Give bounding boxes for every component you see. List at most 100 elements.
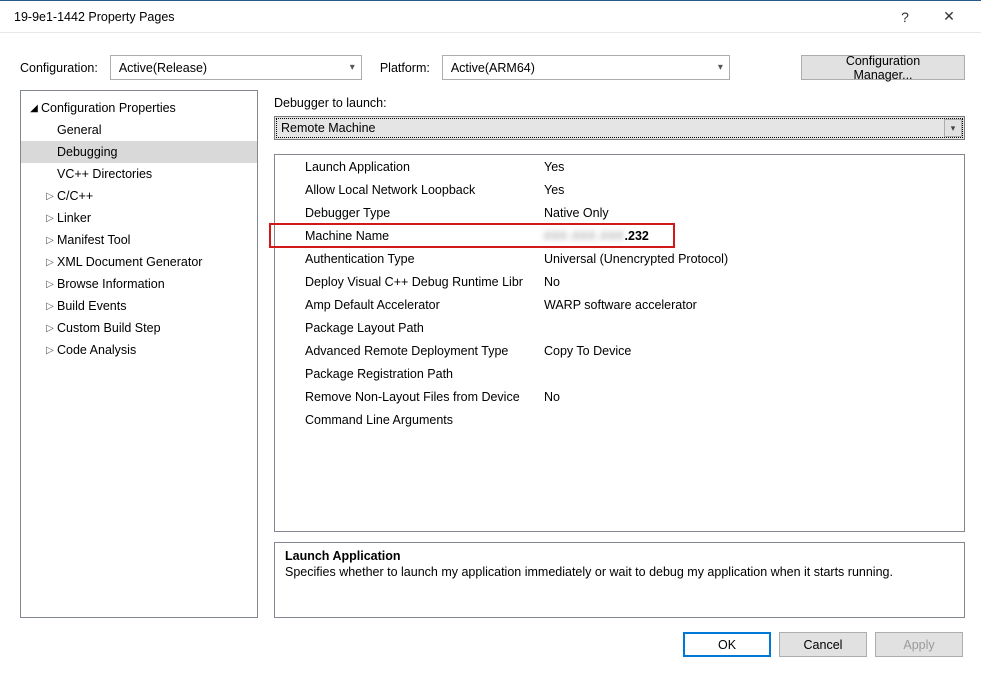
tree-item-vc-directories[interactable]: VC++ Directories [21,163,257,185]
expand-icon: ▷ [43,301,57,312]
tree-item-label: Build Events [57,299,126,313]
tree-item-general[interactable]: General [21,119,257,141]
tree-item-debugging[interactable]: Debugging [21,141,257,163]
prop-row[interactable]: Package Layout Path [275,316,964,339]
prop-name: Deploy Visual C++ Debug Runtime Libr [275,270,540,293]
collapse-icon: ◢ [27,103,41,114]
tree-item-code-analysis[interactable]: ▷Code Analysis [21,339,257,361]
tree-item-label: C/C++ [57,189,93,203]
prop-value-suffix: .232 [625,229,649,243]
debugger-to-launch-combo[interactable]: Remote Machine ▾ [274,116,965,140]
chevron-down-icon: ▾ [350,62,355,73]
platform-combo[interactable]: Active(ARM64) ▾ [442,55,730,80]
platform-label: Platform: [380,61,430,75]
prop-row[interactable]: Allow Local Network LoopbackYes [275,178,964,201]
cancel-button[interactable]: Cancel [779,632,867,657]
expand-icon: ▷ [43,235,57,246]
window-title: 19-9e1-1442 Property Pages [14,10,883,24]
tree-item-label: Manifest Tool [57,233,130,247]
prop-value[interactable]: Universal (Unencrypted Protocol) [540,247,964,270]
prop-value[interactable] [540,316,964,339]
prop-value[interactable]: No [540,270,964,293]
configuration-combo[interactable]: Active(Release) ▾ [110,55,362,80]
tree-item-xml-document-generator[interactable]: ▷XML Document Generator [21,251,257,273]
prop-value[interactable]: ###.###.###.232 [540,224,964,247]
prop-name: Machine Name [275,224,540,247]
tree-item-label: Debugging [57,145,117,159]
tree-item-linker[interactable]: ▷Linker [21,207,257,229]
tree-item-label: VC++ Directories [57,167,152,181]
tree-item-label: Browse Information [57,277,165,291]
platform-value: Active(ARM64) [451,61,535,75]
ok-button[interactable]: OK [683,632,771,657]
configuration-manager-button[interactable]: Configuration Manager... [801,55,965,80]
main-area: ◢ Configuration Properties General Debugg… [0,90,981,618]
tree-label: Configuration Properties [41,101,176,115]
tree-root-configuration-properties[interactable]: ◢ Configuration Properties [21,97,257,119]
nav-tree[interactable]: ◢ Configuration Properties General Debugg… [20,90,258,618]
apply-button[interactable]: Apply [875,632,963,657]
prop-name: Authentication Type [275,247,540,270]
description-title: Launch Application [285,549,954,563]
configuration-label: Configuration: [20,61,98,75]
dialog-buttons: OK Cancel Apply [0,618,981,657]
obscured-text: ###.###.### [544,229,625,243]
help-icon[interactable]: ? [883,2,927,32]
prop-name: Command Line Arguments [275,408,540,431]
prop-row[interactable]: Launch ApplicationYes [275,155,964,178]
prop-row[interactable]: Debugger TypeNative Only [275,201,964,224]
prop-name: Remove Non-Layout Files from Device [275,385,540,408]
tree-item-label: Linker [57,211,91,225]
prop-row[interactable]: Advanced Remote Deployment TypeCopy To D… [275,339,964,362]
right-pane: Debugger to launch: Remote Machine ▾ Lau… [274,90,965,618]
prop-value[interactable]: Yes [540,178,964,201]
tree-item-browse-information[interactable]: ▷Browse Information [21,273,257,295]
expand-icon: ▷ [43,323,57,334]
prop-row[interactable]: Remove Non-Layout Files from DeviceNo [275,385,964,408]
prop-name: Launch Application [275,155,540,178]
prop-value[interactable]: Yes [540,155,964,178]
chevron-down-icon: ▾ [944,119,962,137]
close-icon[interactable]: ✕ [927,2,971,32]
expand-icon: ▷ [43,279,57,290]
description-body: Specifies whether to launch my applicati… [285,565,954,579]
prop-value[interactable]: WARP software accelerator [540,293,964,316]
expand-icon: ▷ [43,345,57,356]
prop-value[interactable] [540,362,964,385]
tree-item-custom-build-step[interactable]: ▷Custom Build Step [21,317,257,339]
debugger-to-launch-value: Remote Machine [281,121,376,135]
chevron-down-icon: ▾ [718,62,723,73]
prop-value[interactable]: Copy To Device [540,339,964,362]
tree-item-label: Custom Build Step [57,321,161,335]
tree-item-label: General [57,123,101,137]
prop-row[interactable]: Machine Name###.###.###.232 [275,224,964,247]
configuration-value: Active(Release) [119,61,207,75]
prop-row[interactable]: Package Registration Path [275,362,964,385]
titlebar: 19-9e1-1442 Property Pages ? ✕ [0,1,981,33]
prop-name: Advanced Remote Deployment Type [275,339,540,362]
prop-value[interactable] [540,408,964,431]
tree-item-c-c-[interactable]: ▷C/C++ [21,185,257,207]
expand-icon: ▷ [43,257,57,268]
prop-row[interactable]: Authentication TypeUniversal (Unencrypte… [275,247,964,270]
expand-icon: ▷ [43,191,57,202]
prop-name: Amp Default Accelerator [275,293,540,316]
tree-item-label: Code Analysis [57,343,136,357]
prop-row[interactable]: Deploy Visual C++ Debug Runtime LibrNo [275,270,964,293]
prop-value[interactable]: No [540,385,964,408]
tree-item-manifest-tool[interactable]: ▷Manifest Tool [21,229,257,251]
prop-name: Debugger Type [275,201,540,224]
top-controls: Configuration: Active(Release) ▾ Platfor… [0,33,981,90]
prop-name: Package Layout Path [275,316,540,339]
prop-row[interactable]: Amp Default AcceleratorWARP software acc… [275,293,964,316]
tree-item-label: XML Document Generator [57,255,202,269]
prop-name: Package Registration Path [275,362,540,385]
expand-icon: ▷ [43,213,57,224]
description-panel: Launch Application Specifies whether to … [274,542,965,618]
property-grid[interactable]: Launch ApplicationYesAllow Local Network… [274,154,965,532]
prop-row[interactable]: Command Line Arguments [275,408,964,431]
prop-name: Allow Local Network Loopback [275,178,540,201]
debugger-to-launch-label: Debugger to launch: [274,96,965,110]
prop-value[interactable]: Native Only [540,201,964,224]
tree-item-build-events[interactable]: ▷Build Events [21,295,257,317]
